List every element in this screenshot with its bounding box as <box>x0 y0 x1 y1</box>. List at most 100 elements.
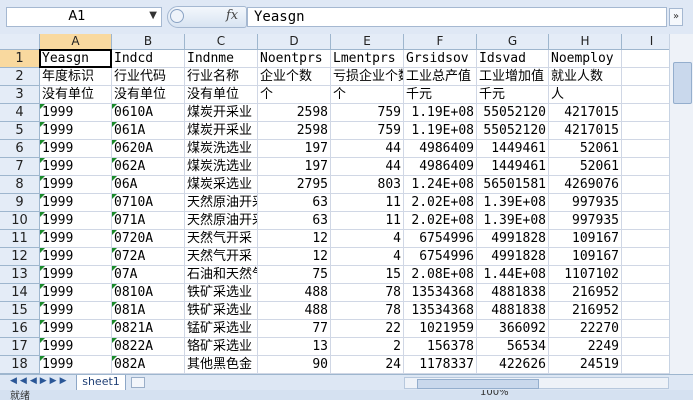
cell-f9[interactable]: 2.02E+08 <box>404 194 477 212</box>
row-header-7[interactable]: 7 <box>0 158 40 176</box>
formula-input[interactable]: Yeasgn <box>247 7 667 27</box>
cell-f8[interactable]: 1.24E+08 <box>404 176 477 194</box>
cell-d14[interactable]: 488 <box>258 284 331 302</box>
cell-a9[interactable]: 1999 <box>40 194 112 212</box>
cell-d3[interactable]: 个 <box>258 86 331 104</box>
cell-h17[interactable]: 2249 <box>549 338 622 356</box>
row-header-10[interactable]: 10 <box>0 212 40 230</box>
cell-g17[interactable]: 56534 <box>477 338 549 356</box>
cell-b15[interactable]: 081A <box>112 302 185 320</box>
cell-e13[interactable]: 15 <box>331 266 404 284</box>
cell-e16[interactable]: 22 <box>331 320 404 338</box>
cell-f5[interactable]: 1.19E+08 <box>404 122 477 140</box>
cell-h5[interactable]: 4217015 <box>549 122 622 140</box>
row-header-15[interactable]: 15 <box>0 302 40 320</box>
cell-b1[interactable]: Indcd <box>112 50 185 68</box>
cell-c17[interactable]: 铬矿采选业 <box>185 338 258 356</box>
cell-f7[interactable]: 4986409 <box>404 158 477 176</box>
cell-i9[interactable] <box>622 194 669 212</box>
cell-g6[interactable]: 1449461 <box>477 140 549 158</box>
cell-e17[interactable]: 2 <box>331 338 404 356</box>
cell-h8[interactable]: 4269076 <box>549 176 622 194</box>
cell-c16[interactable]: 锰矿采选业 <box>185 320 258 338</box>
cell-i16[interactable] <box>622 320 669 338</box>
cell-e2[interactable]: 亏损企业个数 <box>331 68 404 86</box>
cell-b16[interactable]: 0821A <box>112 320 185 338</box>
name-box[interactable]: A1 ▼ <box>6 7 162 27</box>
cell-a16[interactable]: 1999 <box>40 320 112 338</box>
cell-g10[interactable]: 1.39E+08 <box>477 212 549 230</box>
cell-b2[interactable]: 行业代码 <box>112 68 185 86</box>
cell-f2[interactable]: 工业总产值 <box>404 68 477 86</box>
cell-d16[interactable]: 77 <box>258 320 331 338</box>
cell-e6[interactable]: 44 <box>331 140 404 158</box>
row-header-8[interactable]: 8 <box>0 176 40 194</box>
cell-a7[interactable]: 1999 <box>40 158 112 176</box>
cell-i1[interactable] <box>622 50 669 68</box>
cell-g18[interactable]: 422626 <box>477 356 549 374</box>
cell-f18[interactable]: 1178337 <box>404 356 477 374</box>
cell-f17[interactable]: 156378 <box>404 338 477 356</box>
cell-b5[interactable]: 061A <box>112 122 185 140</box>
cell-d5[interactable]: 2598 <box>258 122 331 140</box>
cell-e5[interactable]: 759 <box>331 122 404 140</box>
cell-i12[interactable] <box>622 248 669 266</box>
cell-e14[interactable]: 78 <box>331 284 404 302</box>
cell-g14[interactable]: 4881838 <box>477 284 549 302</box>
cell-d1[interactable]: Noentprs <box>258 50 331 68</box>
cell-h6[interactable]: 52061 <box>549 140 622 158</box>
cell-f10[interactable]: 2.02E+08 <box>404 212 477 230</box>
cell-h11[interactable]: 109167 <box>549 230 622 248</box>
cell-c10[interactable]: 天然原油开采 <box>185 212 258 230</box>
row-header-6[interactable]: 6 <box>0 140 40 158</box>
row-header-12[interactable]: 12 <box>0 248 40 266</box>
row-header-18[interactable]: 18 <box>0 356 40 374</box>
cell-h12[interactable]: 109167 <box>549 248 622 266</box>
cell-c9[interactable]: 天然原油开采 <box>185 194 258 212</box>
cell-i6[interactable] <box>622 140 669 158</box>
cell-a15[interactable]: 1999 <box>40 302 112 320</box>
cell-c7[interactable]: 煤炭洗选业 <box>185 158 258 176</box>
cell-h18[interactable]: 24519 <box>549 356 622 374</box>
cell-i5[interactable] <box>622 122 669 140</box>
cell-e9[interactable]: 11 <box>331 194 404 212</box>
cell-c2[interactable]: 行业名称 <box>185 68 258 86</box>
cell-h1[interactable]: Noemploy <box>549 50 622 68</box>
cell-h3[interactable]: 人 <box>549 86 622 104</box>
cell-a18[interactable]: 1999 <box>40 356 112 374</box>
column-header-b[interactable]: B <box>112 34 185 50</box>
cell-d13[interactable]: 75 <box>258 266 331 284</box>
select-all-corner[interactable] <box>0 34 40 50</box>
cell-i3[interactable] <box>622 86 669 104</box>
cell-d18[interactable]: 90 <box>258 356 331 374</box>
cell-g11[interactable]: 4991828 <box>477 230 549 248</box>
cell-b17[interactable]: 0822A <box>112 338 185 356</box>
spreadsheet-grid[interactable]: A B C D E F G H I 1 Yeasgn Indcd Indnme Noentprs Lment… <box>0 34 669 374</box>
row-header-16[interactable]: 16 <box>0 320 40 338</box>
row-header-2[interactable]: 2 <box>0 68 40 86</box>
cell-f4[interactable]: 1.19E+08 <box>404 104 477 122</box>
cell-a3[interactable]: 没有单位 <box>40 86 112 104</box>
cell-e11[interactable]: 4 <box>331 230 404 248</box>
insert-sheet-icon[interactable] <box>131 377 145 388</box>
cell-f3[interactable]: 千元 <box>404 86 477 104</box>
cell-i7[interactable] <box>622 158 669 176</box>
cell-d17[interactable]: 13 <box>258 338 331 356</box>
cell-b14[interactable]: 0810A <box>112 284 185 302</box>
cell-g7[interactable]: 1449461 <box>477 158 549 176</box>
cell-c6[interactable]: 煤炭洗选业 <box>185 140 258 158</box>
cell-h9[interactable]: 997935 <box>549 194 622 212</box>
cell-g9[interactable]: 1.39E+08 <box>477 194 549 212</box>
column-header-h[interactable]: H <box>549 34 622 50</box>
cell-c5[interactable]: 煤炭开采业 <box>185 122 258 140</box>
cell-d12[interactable]: 12 <box>258 248 331 266</box>
cell-c13[interactable]: 石油和天然气 <box>185 266 258 284</box>
cell-a8[interactable]: 1999 <box>40 176 112 194</box>
row-header-14[interactable]: 14 <box>0 284 40 302</box>
cell-f6[interactable]: 4986409 <box>404 140 477 158</box>
vertical-scroll-thumb[interactable] <box>673 62 692 104</box>
row-header-13[interactable]: 13 <box>0 266 40 284</box>
cell-h4[interactable]: 4217015 <box>549 104 622 122</box>
cell-g16[interactable]: 366092 <box>477 320 549 338</box>
cell-a12[interactable]: 1999 <box>40 248 112 266</box>
